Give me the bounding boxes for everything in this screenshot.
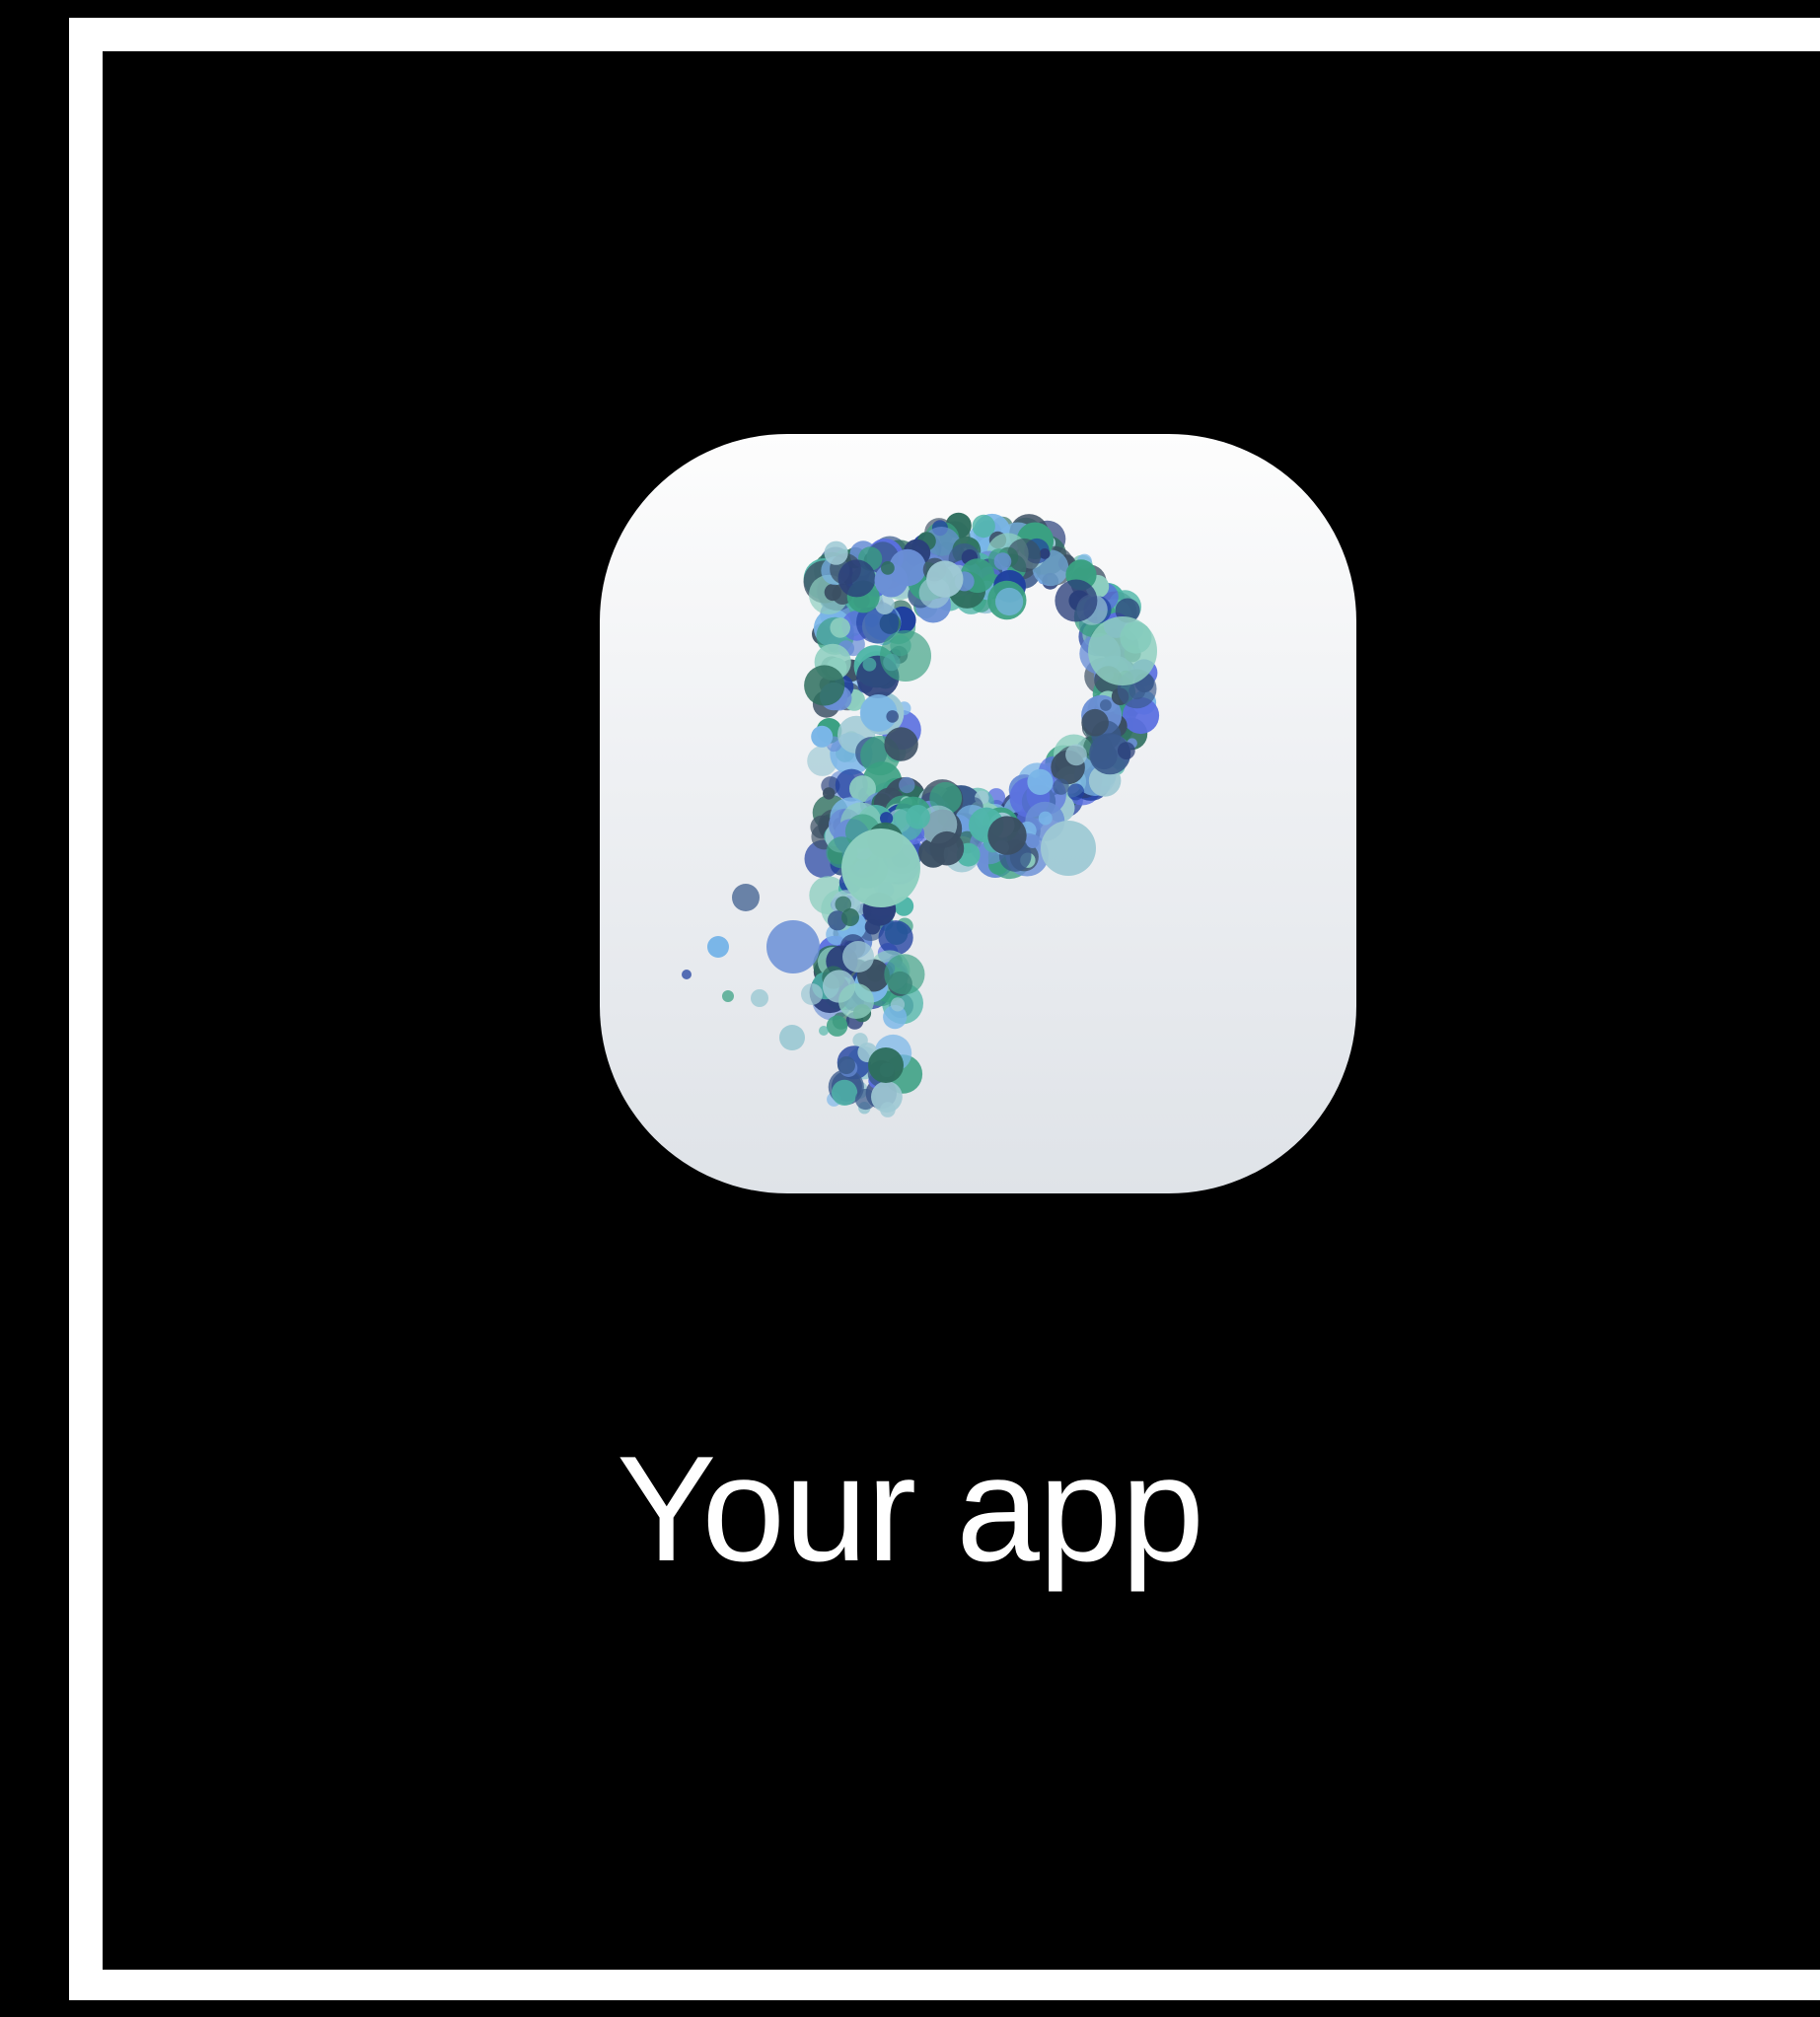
screen-background: Your app [0, 0, 1820, 2017]
app-icon[interactable] [600, 434, 1356, 1193]
p-bubbles-logo-icon [682, 512, 1160, 1117]
app-label[interactable]: Your app [0, 1420, 1820, 1598]
